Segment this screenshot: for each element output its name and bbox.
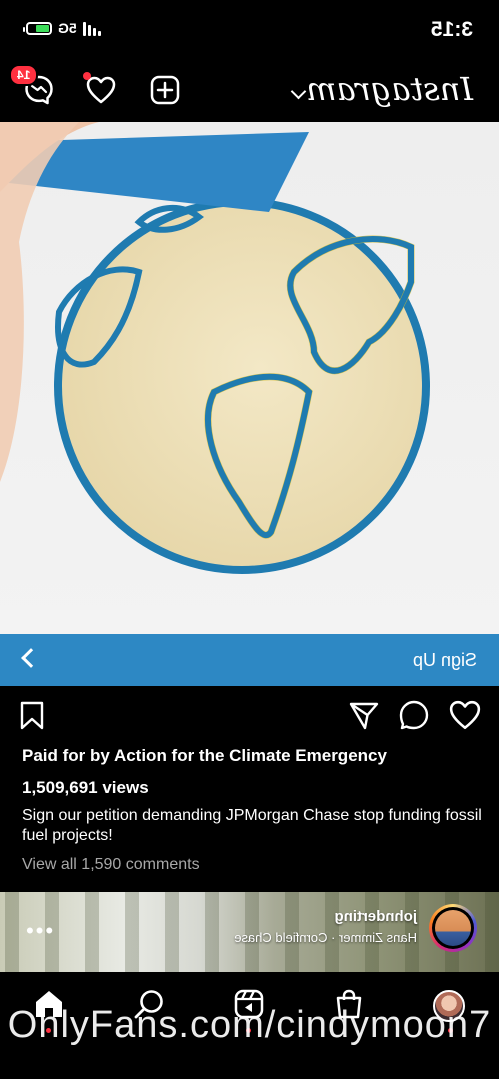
view-count: 1,509,691 views [22,778,149,797]
user-avatar[interactable] [429,904,477,952]
status-icons: 5G [26,20,101,36]
earth-cookie-image [0,122,430,574]
avatar-image [435,910,471,946]
share-icon[interactable] [347,700,379,732]
battery-icon [26,21,52,35]
reels-icon[interactable] [233,988,265,1020]
home-icon[interactable] [33,988,65,1020]
more-icon[interactable]: ••• [24,918,53,944]
top-bar: Instagram 14 [0,60,499,122]
profile-avatar[interactable] [433,990,465,1022]
search-icon[interactable] [133,988,165,1020]
chevron-right-icon[interactable] [21,648,41,668]
chevron-down-icon[interactable] [290,83,307,100]
view-comments-link[interactable]: View all 1,590 comments [22,856,477,874]
music-username[interactable]: johnderting [335,908,418,925]
suggested-post-row[interactable]: johnderting Hans Zimmer · Cornfield Chas… [0,892,499,972]
post-media[interactable] [0,122,499,634]
instagram-logo[interactable]: Instagram [306,70,473,108]
status-bar: 3:15 5G [0,0,499,60]
shop-icon[interactable] [333,988,365,1020]
notification-dot [83,72,91,80]
profile-dot [448,1028,453,1033]
message-count-badge: 14 [9,64,39,86]
home-dot [46,1028,51,1033]
bookmark-icon[interactable] [14,700,46,732]
heart-icon[interactable] [83,72,117,106]
music-track[interactable]: Hans Zimmer · Cornfield Chase [234,930,417,945]
bottom-nav [0,972,499,1079]
network-label: 5G [58,20,77,36]
comment-icon[interactable] [397,700,429,732]
screen: 3:15 5G Instagram 14 Sign Up johnderting… [0,0,499,1079]
cta-bar[interactable]: Sign Up [0,634,499,686]
reels-dot [246,1028,251,1033]
cta-label[interactable]: Sign Up [413,650,477,671]
signal-icon [82,20,101,36]
like-icon[interactable] [449,700,481,732]
messenger-icon[interactable]: 14 [9,64,55,106]
new-post-icon[interactable] [149,74,181,106]
status-time: 3:15 [430,18,473,41]
sponsor-line[interactable]: Paid for by Action for the Climate Emerg… [22,746,477,766]
post-actions [0,690,499,742]
post-description: Sign our petition demanding JPMorgan Cha… [22,807,482,844]
mirrored-ui: 3:15 5G Instagram 14 Sign Up johnderting… [0,0,499,1079]
